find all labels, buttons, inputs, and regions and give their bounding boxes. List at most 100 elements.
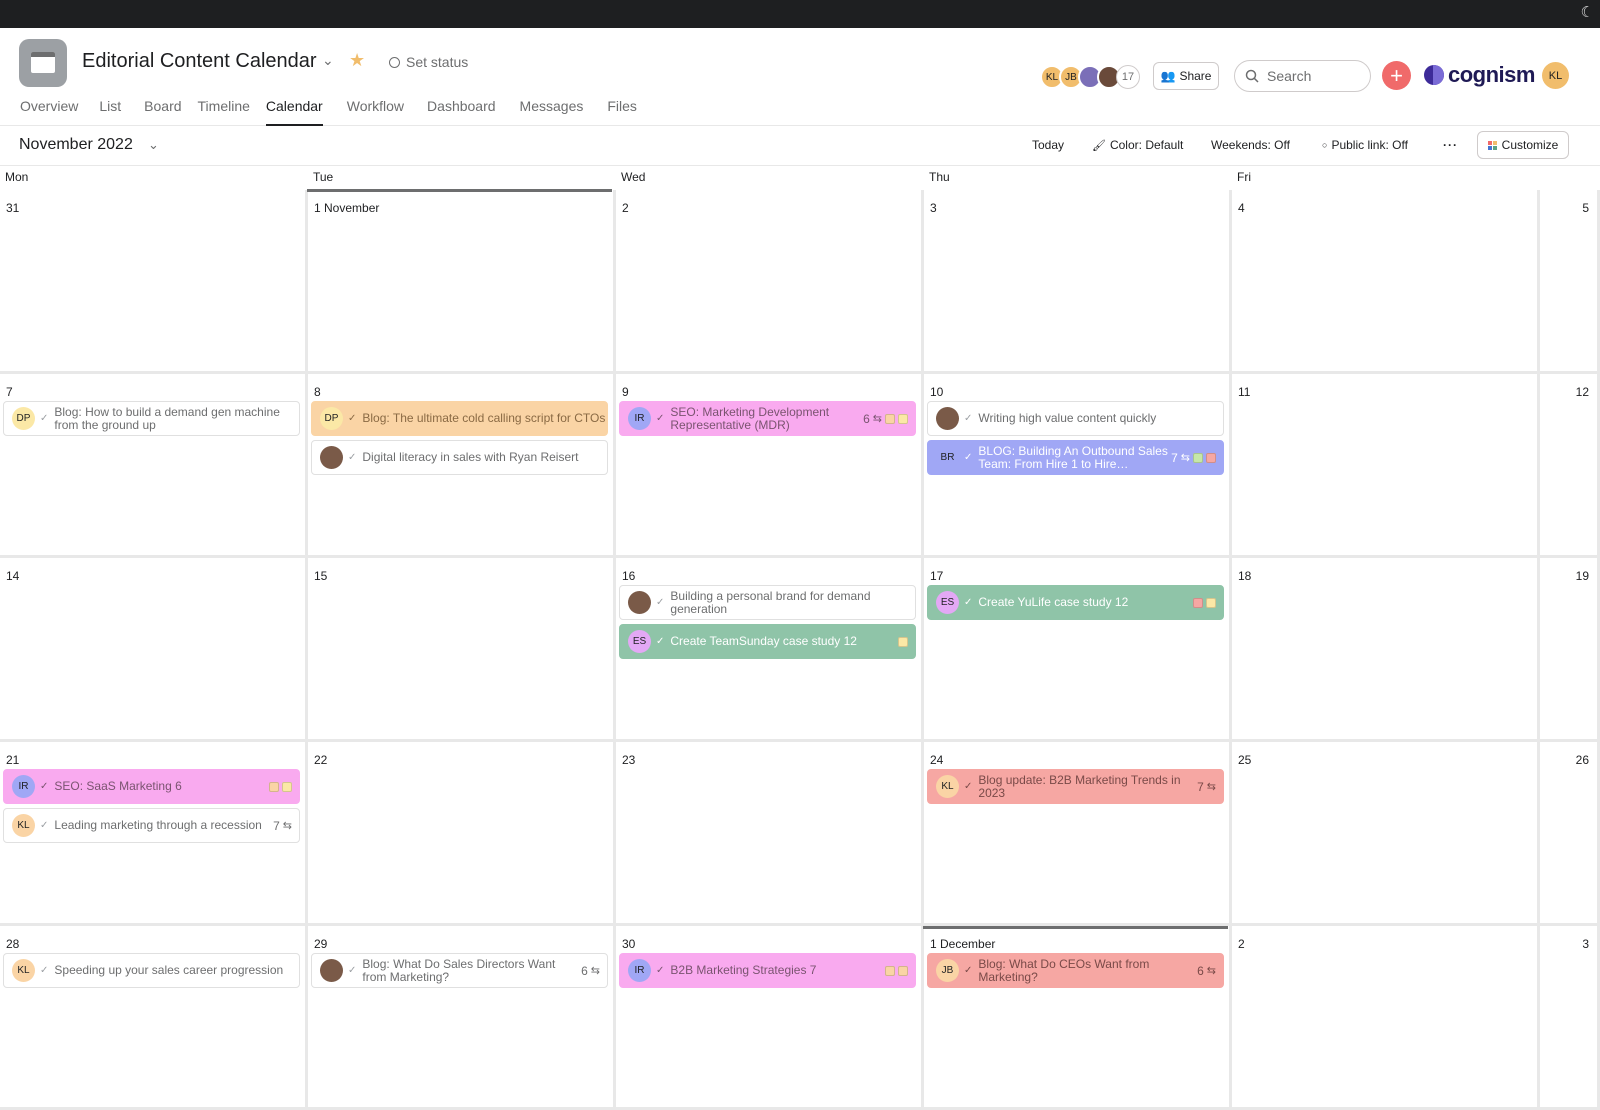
public-link-button[interactable]: ○ Public link: Off xyxy=(1322,138,1408,152)
check-icon[interactable]: ✓ xyxy=(656,413,664,424)
chevron-down-icon[interactable]: ⌄ xyxy=(322,52,334,69)
tab-list[interactable]: List xyxy=(99,98,121,126)
month-start-marker xyxy=(923,926,1228,929)
day-number: 9 xyxy=(622,385,629,399)
task-card[interactable]: ✓ Blog: What Do Sales Directors Want from… xyxy=(311,953,608,988)
task-card[interactable]: ✓ Building a personal brand for demand ge… xyxy=(619,585,916,620)
task-card[interactable]: KL ✓ Speeding up your sales career progres… xyxy=(3,953,300,988)
task-card[interactable]: ✓ Digital literacy in sales with Ryan Rei… xyxy=(311,440,608,475)
calendar-day-cell[interactable]: 12 xyxy=(1540,374,1600,558)
calendar-day-cell[interactable]: 5 xyxy=(1540,190,1600,374)
calendar-project-icon[interactable] xyxy=(19,39,67,87)
brand-name: cognism xyxy=(1448,62,1535,87)
task-meta: 7 ⇆ xyxy=(1197,780,1216,794)
task-card[interactable]: IR ✓ SEO: SaaS Marketing 6 xyxy=(3,769,300,804)
calendar-day-cell[interactable]: 4 xyxy=(1232,190,1540,374)
search-bar[interactable] xyxy=(1234,60,1371,92)
task-card[interactable]: BR ✓ BLOG: Building An Outbound Sales Team… xyxy=(927,440,1224,475)
tab-overview[interactable]: Overview xyxy=(20,98,78,126)
task-card[interactable]: IR ✓ B2B Marketing Strategies 7 xyxy=(619,953,916,988)
assignee-avatar: ES xyxy=(936,591,959,614)
calendar-day-cell[interactable]: 26 xyxy=(1540,742,1600,926)
search-icon xyxy=(1245,69,1259,83)
task-card[interactable]: ES ✓ Create YuLife case study 12 xyxy=(927,585,1224,620)
task-card[interactable]: ES ✓ Create TeamSunday case study 12 xyxy=(619,624,916,659)
calendar-day-cell[interactable]: 14 xyxy=(0,558,308,742)
check-icon[interactable]: ✓ xyxy=(964,413,972,424)
calendar-day-cell[interactable]: 2 xyxy=(1232,926,1540,1110)
check-icon[interactable]: ✓ xyxy=(656,597,664,608)
search-input[interactable] xyxy=(1267,68,1357,84)
check-icon[interactable]: ✓ xyxy=(964,597,972,608)
weekends-button[interactable]: Weekends: Off xyxy=(1211,138,1290,152)
assignee-photo-avatar xyxy=(320,959,343,982)
task-title: Building a personal brand for demand gen… xyxy=(670,589,871,616)
check-icon[interactable]: ✓ xyxy=(348,452,356,463)
calendar-day-cell[interactable]: 1 November xyxy=(308,190,616,374)
calendar-day-cell[interactable]: 2 xyxy=(616,190,924,374)
task-meta xyxy=(1193,597,1216,608)
dark-mode-icon[interactable]: ☾ xyxy=(1581,3,1594,21)
tab-files[interactable]: Files xyxy=(607,98,637,126)
check-icon[interactable]: ✓ xyxy=(656,965,664,976)
task-card[interactable]: DP ✓ Blog: The ultimate cold calling scrip… xyxy=(311,401,608,436)
star-icon[interactable]: ★ xyxy=(349,50,365,71)
tab-dashboard[interactable]: Dashboard xyxy=(427,98,496,126)
calendar-day-cell[interactable]: 18 xyxy=(1232,558,1540,742)
task-card[interactable]: KL ✓ Blog update: B2B Marketing Trends in … xyxy=(927,769,1224,804)
check-icon[interactable]: ✓ xyxy=(40,413,48,424)
tab-calendar[interactable]: Calendar xyxy=(265,98,323,126)
tag-color-chip xyxy=(898,413,908,424)
task-card[interactable]: IR ✓ SEO: Marketing Development Representa… xyxy=(619,401,916,436)
create-button[interactable]: + xyxy=(1382,61,1411,90)
set-status-label: Set status xyxy=(406,54,469,70)
subtask-icon: ⇆ xyxy=(590,965,600,977)
assignee-avatar: KL xyxy=(936,775,959,798)
tab-timeline[interactable]: Timeline xyxy=(198,98,250,126)
tab-workflow[interactable]: Workflow xyxy=(347,98,404,126)
check-icon[interactable]: ✓ xyxy=(348,965,356,976)
customize-button[interactable]: Customize xyxy=(1477,131,1569,159)
subtask-icon: ⇆ xyxy=(1206,781,1216,793)
weekday-label: Thu xyxy=(929,170,950,184)
task-title: Leading marketing through a recession xyxy=(54,819,262,832)
tab-board[interactable]: Board xyxy=(144,98,181,126)
calendar-day-cell[interactable]: 23 xyxy=(616,742,924,926)
more-options-icon[interactable]: ··· xyxy=(1443,138,1458,152)
assignee-photo-avatar xyxy=(936,407,959,430)
calendar-day-cell[interactable]: 15 xyxy=(308,558,616,742)
today-button[interactable]: Today xyxy=(1032,138,1064,152)
calendar-day-cell[interactable]: 25 xyxy=(1232,742,1540,926)
tab-messages[interactable]: Messages xyxy=(520,98,584,126)
day-number: 25 xyxy=(1238,753,1252,767)
set-status-button[interactable]: Set status xyxy=(389,54,468,70)
task-card[interactable]: ✓ Writing high value content quickly xyxy=(927,401,1224,436)
check-icon[interactable]: ✓ xyxy=(964,965,972,976)
check-icon[interactable]: ✓ xyxy=(348,413,356,424)
calendar-day-cell[interactable]: 3 xyxy=(1540,926,1600,1110)
check-icon[interactable]: ✓ xyxy=(964,781,972,792)
subtask-icon: ⇆ xyxy=(1206,965,1216,977)
member-count[interactable]: 17 xyxy=(1116,65,1140,89)
project-members[interactable]: KL JB 17 xyxy=(1040,64,1140,90)
task-card[interactable]: KL ✓ Leading marketing through a recession… xyxy=(3,808,300,843)
task-card[interactable]: DP ✓ Blog: How to build a demand gen machi… xyxy=(3,401,300,436)
task-meta: 6 ⇆ xyxy=(1197,964,1216,978)
color-button[interactable]: 🖌 Color: Default xyxy=(1092,138,1183,152)
check-icon[interactable]: ✓ xyxy=(40,781,48,792)
task-card[interactable]: JB ✓ Blog: What Do CEOs Want from Marketin… xyxy=(927,953,1224,988)
check-icon[interactable]: ✓ xyxy=(656,636,664,647)
project-title[interactable]: Editorial Content Calendar xyxy=(82,50,317,73)
share-button[interactable]: 👥 Share xyxy=(1153,62,1219,90)
check-icon[interactable]: ✓ xyxy=(40,965,48,976)
chevron-down-icon[interactable]: ⌄ xyxy=(148,137,159,153)
calendar-day-cell[interactable]: 19 xyxy=(1540,558,1600,742)
calendar-day-cell[interactable]: 3 xyxy=(924,190,1232,374)
check-icon[interactable]: ✓ xyxy=(40,820,48,831)
check-icon[interactable]: ✓ xyxy=(964,452,972,463)
user-avatar[interactable]: KL xyxy=(1542,62,1569,89)
month-selector[interactable]: November 2022 xyxy=(19,136,133,154)
calendar-day-cell[interactable]: 31 xyxy=(0,190,308,374)
calendar-day-cell[interactable]: 11 xyxy=(1232,374,1540,558)
calendar-day-cell[interactable]: 22 xyxy=(308,742,616,926)
